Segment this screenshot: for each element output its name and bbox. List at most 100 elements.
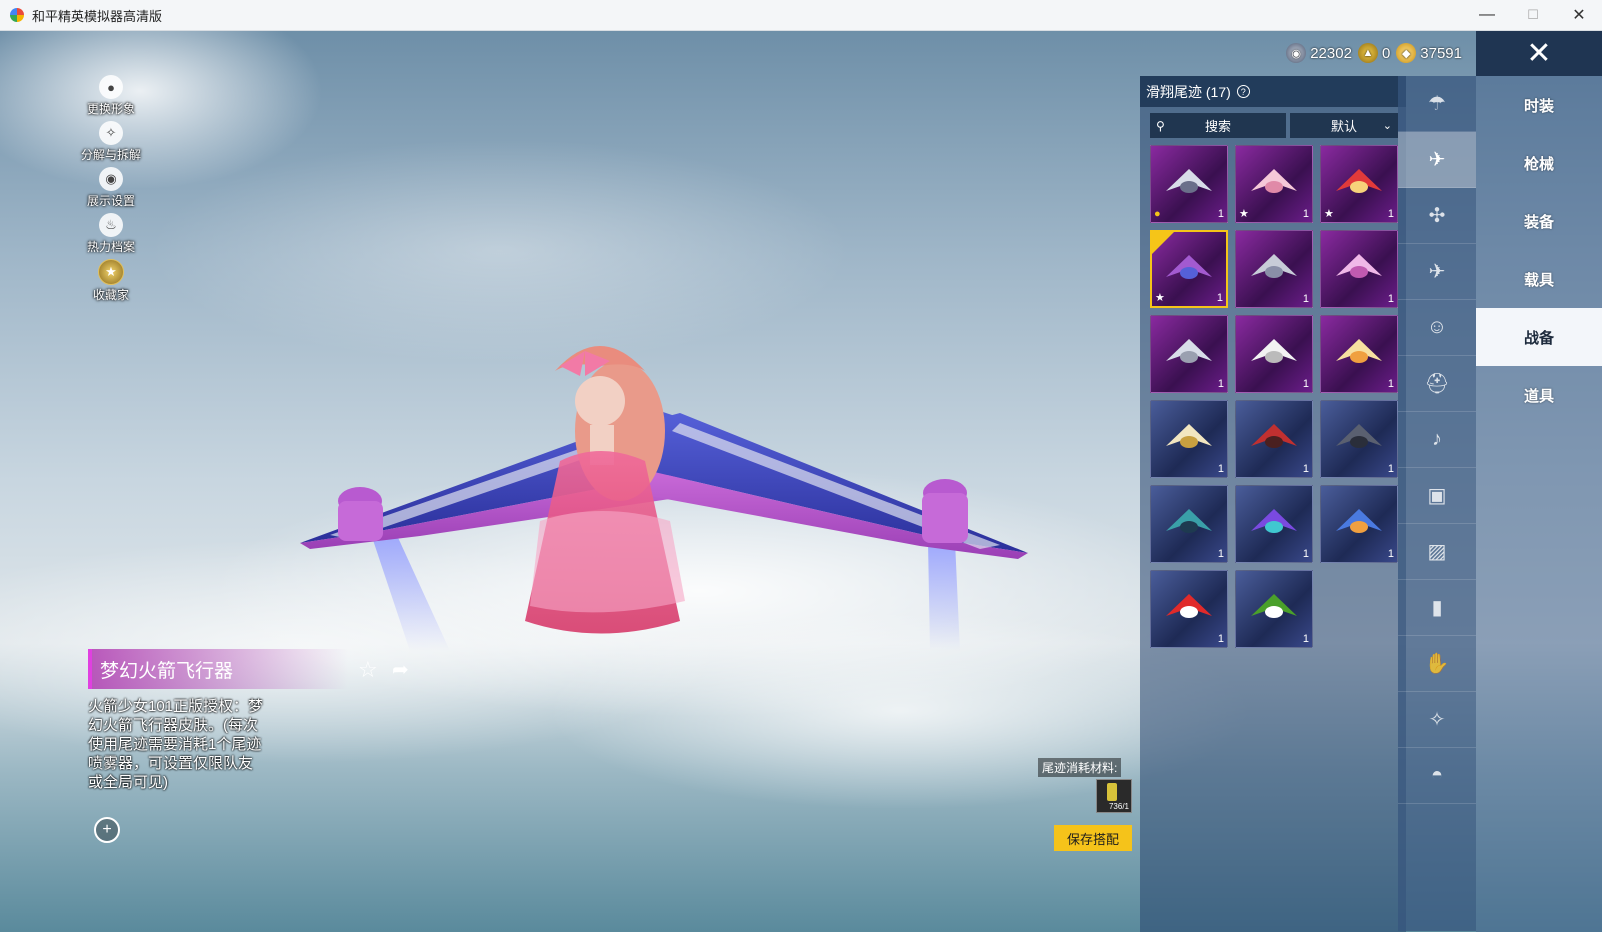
pink-feather-wings-icon xyxy=(1251,169,1297,194)
collector-button[interactable]: ★ 收藏家 xyxy=(80,259,142,305)
subcategory-airplane[interactable]: ✈ xyxy=(1398,244,1476,300)
speaker-icon: ♪ xyxy=(1432,428,1442,450)
item-quantity: 1 xyxy=(1217,208,1224,220)
tab-fashion[interactable]: 时装 xyxy=(1476,76,1602,134)
item-slot-crystal-turnip[interactable]: 1 xyxy=(1320,230,1398,308)
silver-coin-icon: ◉ xyxy=(1286,43,1307,63)
item-name: 梦幻火箭飞行器 xyxy=(100,660,234,682)
maximize-button[interactable]: ☐ xyxy=(1510,0,1556,30)
subcategory-icon-column: ☂ ✈ ✣ ✈ ☺ ⛑ ♪ ▣ ▨ ▮ ✋ ✧ ◓ xyxy=(1398,76,1476,931)
item-slot-gold-jet[interactable]: 1 xyxy=(1150,400,1228,478)
subcategory-parachute[interactable]: ☂ xyxy=(1398,76,1476,132)
display-settings-label: 展示设置 xyxy=(86,194,135,208)
tab-equipment[interactable]: 装备 xyxy=(1476,192,1602,250)
subcategory-speaker[interactable]: ♪ xyxy=(1398,412,1476,468)
panel-title: 滑翔尾迹 (17) xyxy=(1146,83,1231,100)
help-icon[interactable]: ? xyxy=(1236,85,1250,98)
item-slot-purple-rocket-glider[interactable]: ★ 1 xyxy=(1150,230,1228,308)
subcategory-chat-bubble[interactable]: ▣ xyxy=(1398,468,1476,524)
item-quantity: 1 xyxy=(1302,548,1309,560)
subcategory-spray-can[interactable]: ▮ xyxy=(1398,580,1476,636)
item-quantity: 1 xyxy=(1302,463,1309,475)
rainbow-smoke-2-icon xyxy=(1336,509,1382,534)
item-slot-dark-jet[interactable]: 1 xyxy=(1320,400,1398,478)
panel-header: 滑翔尾迹 (17) ? xyxy=(1140,76,1406,107)
gold-amount: 0 xyxy=(1381,44,1391,62)
item-slot-red-fighter[interactable]: 1 xyxy=(1235,400,1313,478)
silver-currency[interactable]: ◉ 22302 xyxy=(1286,43,1352,63)
subcategory-helmet[interactable]: ⛑ xyxy=(1398,356,1476,412)
tab-props[interactable]: 道具 xyxy=(1476,366,1602,424)
item-slot-mecha-wings[interactable]: ● 1 xyxy=(1150,145,1228,223)
emote-face-icon: ☺ xyxy=(1426,316,1448,338)
sort-dropdown[interactable]: 默认 ⌄ xyxy=(1290,113,1398,138)
trail-spray-item[interactable]: 736/1 xyxy=(1096,779,1132,813)
change-avatar-label: 更换形象 xyxy=(86,102,135,116)
item-slot-silver-blade[interactable]: 1 xyxy=(1235,230,1313,308)
rocket-glider-character-preview xyxy=(300,346,1028,651)
item-slot-green-smoke[interactable]: 1 xyxy=(1235,570,1313,648)
gold-badge-icon: ● xyxy=(1154,208,1161,220)
gold-jet-icon xyxy=(1166,424,1212,449)
mecha-wings-icon xyxy=(1166,169,1212,194)
item-grid: ● 1 ★ 1 ★ 1 ★ 1 1 1 1 1 1 1 1 1 1 1 1 1 1 xyxy=(1140,138,1406,655)
diamond-currency[interactable]: ◆ 37591 xyxy=(1396,43,1462,63)
item-slot-comet[interactable]: 1 xyxy=(1320,315,1398,393)
item-slot-pink-feather-wings[interactable]: ★ 1 xyxy=(1235,145,1313,223)
item-slot-rainbow-smoke[interactable]: 1 xyxy=(1235,485,1313,563)
parachute-icon: ☂ xyxy=(1428,93,1446,115)
subcategory-magic-wand[interactable]: ✧ xyxy=(1398,692,1476,748)
subcategory-cooked-chicken[interactable]: ◓ xyxy=(1398,748,1476,804)
collector-label: 收藏家 xyxy=(92,288,129,302)
zoom-in-button[interactable]: + xyxy=(94,817,120,843)
picture-icon: ▨ xyxy=(1427,541,1447,563)
subcategory-glider-trail[interactable]: ✈ xyxy=(1398,132,1476,188)
item-slot-red-smoke[interactable]: 1 xyxy=(1150,570,1228,648)
item-slot-rainbow-smoke-2[interactable]: 1 xyxy=(1320,485,1398,563)
subcategory-hand-gesture[interactable]: ✋ xyxy=(1398,636,1476,692)
change-avatar-button[interactable]: ● 更换形象 xyxy=(80,75,142,121)
item-quantity: 1 xyxy=(1217,378,1224,390)
heat-archive-button[interactable]: ♨ 热力档案 xyxy=(80,213,142,259)
item-slot-white-wings[interactable]: 1 xyxy=(1235,315,1313,393)
item-slot-ufo[interactable]: 1 xyxy=(1150,315,1228,393)
subcategory-drone[interactable]: ✣ xyxy=(1398,188,1476,244)
rainbow-smoke-icon xyxy=(1251,509,1297,534)
item-slot-red-chick[interactable]: ★ 1 xyxy=(1320,145,1398,223)
favorite-star-icon: ★ xyxy=(1239,208,1249,220)
item-quantity: 1 xyxy=(1216,292,1223,304)
favorite-star-icon[interactable]: ☆ xyxy=(358,657,378,683)
tab-vehicles[interactable]: 载具 xyxy=(1476,250,1602,308)
close-icon[interactable]: ✕ xyxy=(1476,31,1602,76)
magic-wand-icon: ✧ xyxy=(1428,709,1446,731)
item-slot-teal-fighter[interactable]: 1 xyxy=(1150,485,1228,563)
item-quantity: 1 xyxy=(1387,208,1394,220)
item-quantity: 1 xyxy=(1387,548,1394,560)
subcategory-emote-face[interactable]: ☺ xyxy=(1398,300,1476,356)
search-label: 搜索 xyxy=(1204,119,1231,134)
spray-can-icon xyxy=(1107,783,1117,801)
minimize-button[interactable]: — xyxy=(1464,0,1510,30)
decompose-button[interactable]: ✧ 分解与拆解 xyxy=(80,121,142,167)
app-logo-icon xyxy=(10,8,24,22)
gold-currency[interactable]: ▲ 0 xyxy=(1357,43,1391,63)
silver-blade-icon xyxy=(1251,254,1297,279)
tab-weapons[interactable]: 枪械 xyxy=(1476,134,1602,192)
inventory-panel: 滑翔尾迹 (17) ? ⚲ 搜索 默认 ⌄ ● 1 ★ 1 ★ 1 ★ 1 1 1 1 1 1 1 1 1 1 1… xyxy=(1140,76,1406,932)
drone-icon: ✣ xyxy=(1428,205,1446,227)
item-quantity: 1 xyxy=(1302,208,1309,220)
chevron-down-icon: ⌄ xyxy=(1382,120,1392,132)
display-settings-button[interactable]: ◉ 展示设置 xyxy=(80,167,142,213)
tab-combat-gear[interactable]: 战备 xyxy=(1476,308,1602,366)
save-outfit-button[interactable]: 保存搭配 xyxy=(1054,825,1132,851)
search-icon: ⚲ xyxy=(1156,118,1165,133)
red-chick-icon xyxy=(1336,169,1382,194)
share-icon[interactable]: ➦ xyxy=(392,657,409,682)
green-smoke-icon xyxy=(1251,594,1297,619)
avatar-icon: ● xyxy=(99,75,123,99)
close-window-button[interactable]: ✕ xyxy=(1556,0,1602,30)
subcategory-picture[interactable]: ▨ xyxy=(1398,524,1476,580)
diamond-amount: 37591 xyxy=(1420,44,1462,62)
search-input[interactable]: ⚲ 搜索 xyxy=(1150,113,1286,138)
favorite-star-icon: ★ xyxy=(1155,292,1165,304)
